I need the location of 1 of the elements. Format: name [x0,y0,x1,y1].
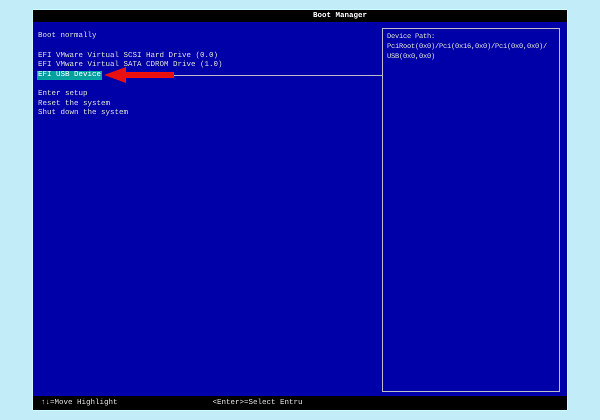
arrow-icon [104,67,174,84]
